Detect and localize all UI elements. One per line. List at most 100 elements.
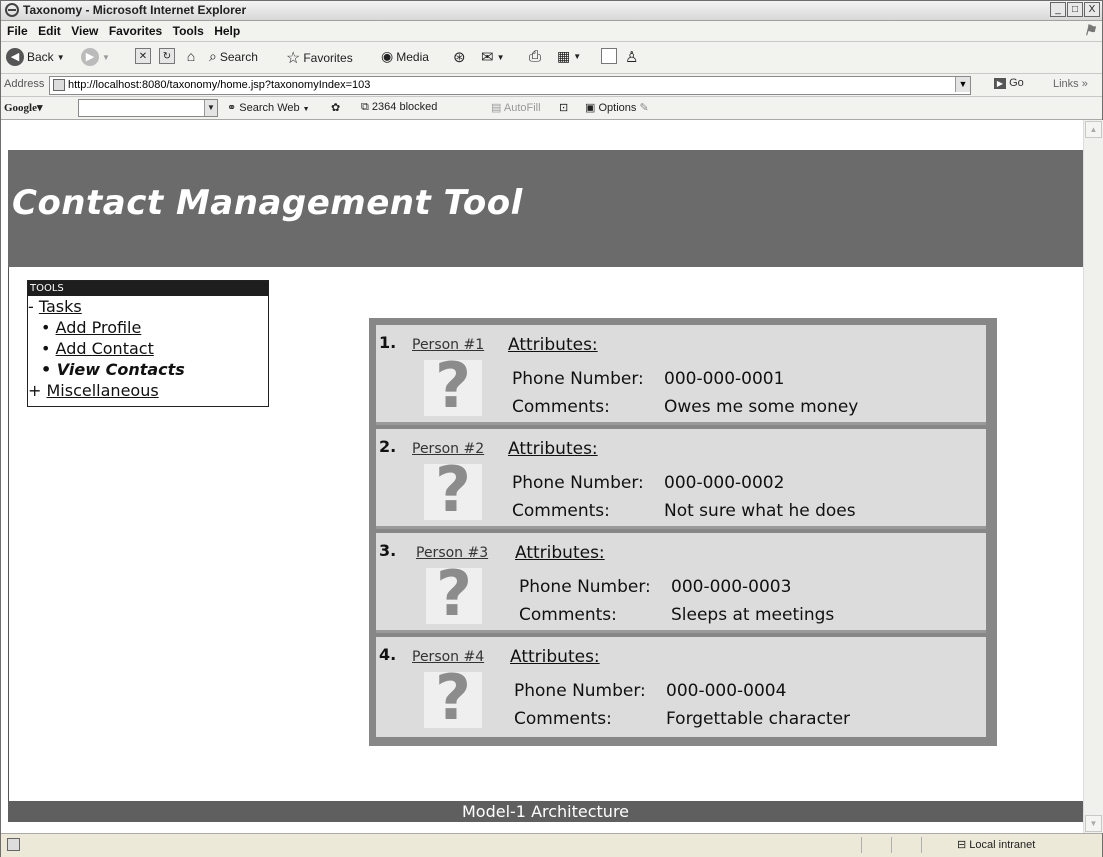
window-title: Taxonomy - Microsoft Internet Explorer [23,3,247,17]
phone-row: Phone Number: 000-000-0001 [512,369,784,389]
windows-flag-icon: ⚑ [1083,22,1096,38]
phone-label: Phone Number: [519,577,651,597]
intranet-icon: ⊟ [957,839,967,851]
links-button[interactable]: Links » [1053,78,1088,90]
minimize-button[interactable]: _ [1050,2,1066,17]
home-icon[interactable]: ⌂ [183,48,199,64]
tools-header: TOOLS [28,281,268,296]
phone-row: Phone Number: 000-000-0003 [519,577,791,597]
page-title: Contact Management Tool [12,183,523,223]
discuss-icon[interactable] [601,48,617,64]
standard-toolbar: ◀ Back ▼ ▶ ▼ ✕ ↻ ⌂ ⌕ Search ☆ Favorites … [1,42,1102,74]
address-label: Address [4,78,45,90]
add-profile-link[interactable]: Add Profile [56,318,142,337]
blogger-icon[interactable]: ⊡ [559,101,568,114]
menu-item-add-profile: • Add Profile [41,318,142,337]
menu-favorites[interactable]: Favorites [109,24,162,38]
messenger-icon[interactable]: ♙ [625,48,638,66]
menu-file[interactable]: File [7,24,28,38]
tasks-link[interactable]: Tasks [39,297,82,316]
autofill-button[interactable]: ▤ AutoFill [491,101,541,114]
refresh-icon[interactable]: ↻ [159,48,175,64]
options-label: Options [598,102,637,114]
favorites-label: Favorites [303,51,353,65]
attributes-heading: Attributes: [508,439,598,459]
question-mark-icon: ? [435,661,471,734]
search-button[interactable]: ⌕ Search [209,48,258,65]
phone-row: Phone Number: 000-000-0004 [514,681,786,701]
add-contact-link[interactable]: Add Contact [56,339,154,358]
menu-bar: File Edit View Favorites Tools Help ⚑ [1,21,1102,42]
forward-button[interactable]: ▶ ▼ [81,48,110,66]
edit-icon[interactable]: ▦ [557,48,570,65]
search-web-button[interactable]: ⚭ Search Web ▼ [227,101,310,114]
scroll-down-icon[interactable]: ▼ [1085,815,1102,832]
mail-icon[interactable]: ✉ [481,48,494,66]
chevron-down-icon[interactable]: ▼ [573,52,581,61]
contacts-list: 1. Person #1 Attributes: ? Phone Number:… [369,318,997,746]
chevron-down-icon: ▼ [56,52,65,62]
scroll-up-icon[interactable]: ▲ [1085,121,1102,138]
google-menu-button[interactable]: Google▾ [4,101,43,114]
zone-label: Local intranet [969,839,1036,851]
google-search-input[interactable]: ▼ [78,99,218,117]
address-input[interactable]: http://localhost:8080/taxonomy/home.jsp?… [49,76,971,95]
chevron-down-icon[interactable]: ▼ [204,100,217,116]
contact-photo: ? [424,454,482,526]
title-bar: Taxonomy - Microsoft Internet Explorer _… [1,1,1102,21]
menu-help[interactable]: Help [214,24,240,38]
status-divider [861,837,862,853]
go-button[interactable]: ▶ Go [994,77,1024,89]
close-button[interactable]: X [1084,2,1100,17]
media-label: Media [396,49,429,64]
page-footer: Model-1 Architecture [8,801,1083,822]
autofill-icon: ▤ [491,102,502,114]
contact-number: 2. [379,437,397,456]
expand-toggle[interactable]: + [28,381,41,400]
favorites-button[interactable]: ☆ Favorites [286,48,353,68]
maximize-button[interactable]: □ [1067,2,1083,17]
vertical-scrollbar[interactable]: ▲ ▼ [1083,120,1103,833]
blocked-count: 2364 blocked [371,101,438,113]
question-mark-icon: ? [435,453,471,526]
page-left-border [8,267,9,803]
address-url: http://localhost:8080/taxonomy/home.jsp?… [68,79,371,91]
miscellaneous-link[interactable]: Miscellaneous [47,381,159,400]
contact-photo: ? [424,350,482,422]
star-icon: ☆ [286,50,301,67]
page-status-icon [7,838,20,851]
comments-row: Comments: Sleeps at meetings [519,605,834,625]
menu-view[interactable]: View [71,24,98,38]
contact-number: 4. [379,645,397,664]
options-button[interactable]: ▣ Options ✎ [585,101,649,114]
phone-value: 000-000-0001 [664,369,785,389]
menu-tools[interactable]: Tools [173,24,204,38]
binoculars-icon: ⚭ [227,102,237,114]
stop-icon[interactable]: ✕ [135,48,151,64]
comments-row: Comments: Forgettable character [514,709,850,729]
pencil-icon: ✎ [639,102,649,114]
popup-blocker-button[interactable]: ⧉ 2364 blocked [361,101,437,114]
forward-arrow-icon: ▶ [81,48,99,66]
comments-value: Not sure what he does [664,501,856,521]
attributes-heading: Attributes: [515,543,605,563]
back-button[interactable]: ◀ Back ▼ [6,48,65,66]
comments-label: Comments: [512,397,610,417]
print-icon[interactable]: ⎙ [529,48,541,65]
phone-value: 000-000-0002 [664,473,785,493]
contact-number: 1. [379,333,397,352]
media-button[interactable]: ◉ Media [381,48,429,65]
page-content: Contact Management Tool TOOLS - Tasks • … [1,120,1083,833]
links-label: Links [1053,78,1079,90]
comments-value: Owes me some money [664,397,859,417]
menu-edit[interactable]: Edit [38,24,61,38]
pagerank-icon[interactable]: ✿ [331,101,340,114]
phone-row: Phone Number: 000-000-0002 [512,473,784,493]
search-web-label: Search Web [239,102,300,114]
chevron-down-icon[interactable]: ▼ [497,53,505,62]
collapse-toggle[interactable]: - [28,297,34,316]
comments-label: Comments: [512,501,610,521]
chevron-down-icon[interactable]: ▼ [955,77,970,92]
history-icon[interactable]: ⊛ [453,48,466,66]
status-divider [921,837,922,853]
